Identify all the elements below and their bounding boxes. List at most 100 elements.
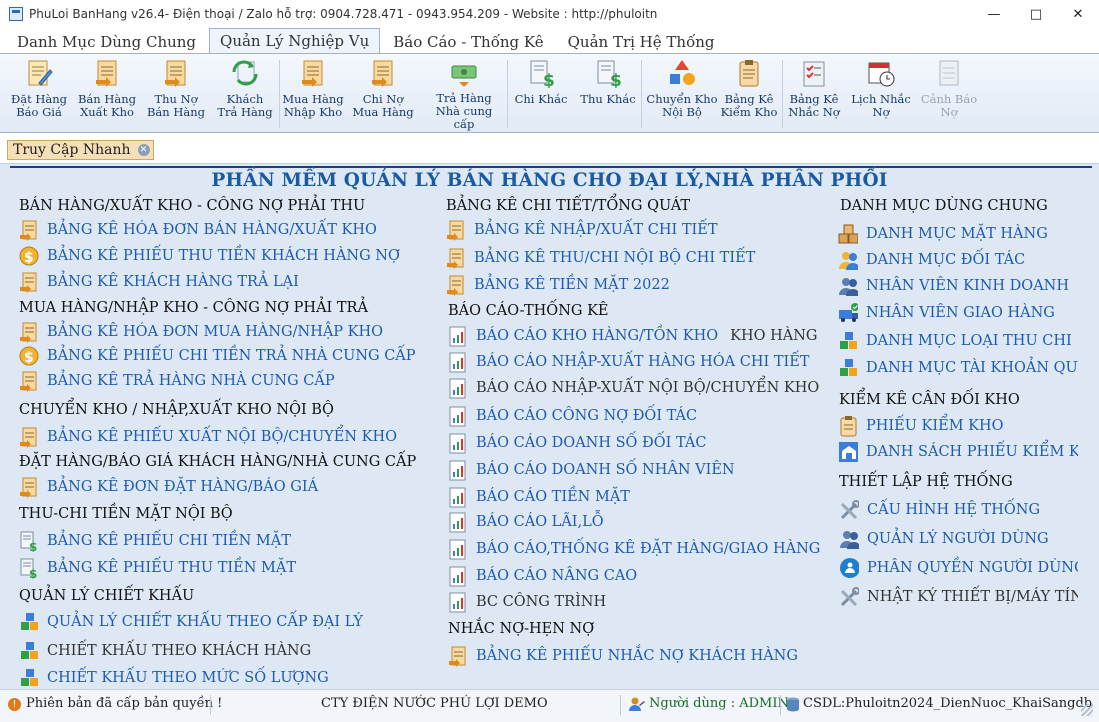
divider xyxy=(780,695,781,715)
link-bao-cao-lai-lo[interactable]: BÁO CÁO LÃI,LỖ xyxy=(448,510,604,534)
link-bao-cao-nang-cao[interactable]: BÁO CÁO NÂNG CAO xyxy=(448,564,637,588)
blocks-icon xyxy=(838,330,858,352)
ribbon-separator xyxy=(641,60,642,128)
section-nhac-no: NHẮC NỢ-HẸN NỢ xyxy=(448,621,595,637)
blocks-icon xyxy=(19,667,39,689)
link-bang-ke-phieu-xuat-noi-bo[interactable]: BẢNG KÊ PHIẾU XUẤT NỘI BỘ/CHUYỂN KHO xyxy=(19,425,397,449)
ribbon-bang-ke-nhac-no-button[interactable]: Bảng Kê Nhắc Nợ xyxy=(786,57,842,131)
close-button[interactable]: ✕ xyxy=(1057,0,1099,28)
maximize-button[interactable]: □ xyxy=(1015,0,1057,28)
ribbon-lich-nhac-no-button[interactable]: Lịch Nhắc Nợ xyxy=(850,57,912,131)
minimize-button[interactable]: — xyxy=(973,0,1015,28)
link-nhat-ky-thiet-bi[interactable]: NHẬT KÝ THIẾT BỊ/MÁY TÍNH xyxy=(839,585,1078,609)
link-bang-ke-hoa-don-ban-hang[interactable]: BẢNG KÊ HÓA ĐƠN BÁN HÀNG/XUẤT KHO xyxy=(19,218,377,242)
report-chart-icon xyxy=(448,325,468,347)
ribbon-chuyen-kho-noi-bo-button[interactable]: Chuyển Kho Nội Bộ xyxy=(646,57,718,131)
users-icon xyxy=(838,249,858,271)
link-quan-ly-nguoi-dung[interactable]: QUẢN LÝ NGƯỜI DÙNG xyxy=(839,527,1049,551)
users-icon xyxy=(838,275,858,297)
link-nhan-vien-giao-hang[interactable]: NHÂN VIÊN GIAO HÀNG xyxy=(838,301,1055,325)
document-arrow-icon xyxy=(368,57,398,89)
link-phan-quyen-nguoi-dung[interactable]: PHÂN QUYỀN NGƯỜI DÙNG xyxy=(839,556,1078,580)
link-bang-ke-tra-hang-ncc[interactable]: BẢNG KÊ TRẢ HÀNG NHÀ CUNG CẤP xyxy=(19,369,335,393)
ribbon-label: Thu Khác xyxy=(580,92,636,106)
user-group-circle-icon xyxy=(839,557,859,579)
link-bao-cao-tien-mat[interactable]: BÁO CÁO TIỀN MẶT xyxy=(448,485,630,509)
ribbon-ban-hang-xuat-kho-button[interactable]: Bán Hàng Xuất Kho xyxy=(76,57,138,131)
link-bang-ke-nhap-xuat-chi-tiet[interactable]: BẢNG KÊ NHẬP/XUẤT CHI TIẾT xyxy=(446,218,718,242)
link-bang-ke-phieu-nhac-no[interactable]: BẢNG KÊ PHIẾU NHẮC NỢ KHÁCH HÀNG xyxy=(448,644,798,668)
ribbon-label: Nội Bộ xyxy=(662,105,702,119)
link-danh-muc-doi-tac[interactable]: DANH MỤC ĐỐI TÁC xyxy=(838,248,1025,272)
divider xyxy=(210,695,211,715)
link-bang-ke-phieu-thu-khach-hang-no[interactable]: $ BẢNG KÊ PHIẾU THU TIỀN KHÁCH HÀNG NỢ xyxy=(19,244,400,268)
ribbon-chi-khac-button[interactable]: $ Chi Khác xyxy=(511,57,571,131)
ribbon-bang-ke-kiem-kho-button[interactable]: Bảng Kê Kiểm Kho xyxy=(720,57,778,131)
link-bc-cong-trinh[interactable]: BC CÔNG TRÌNH xyxy=(448,590,606,614)
tab-truy-cap-nhanh[interactable]: Truy Cập Nhanh ✕ xyxy=(7,140,154,160)
ribbon-label: Nhập Kho xyxy=(283,105,343,119)
document-arrow-icon xyxy=(19,426,39,448)
tools-icon xyxy=(839,586,859,608)
link-bao-cao-kho-hang[interactable]: BÁO CÁO KHO HÀNG/TỒN KHO KHO HÀNG xyxy=(448,324,818,348)
link-bao-cao-cong-no-doi-tac[interactable]: BÁO CÁO CÔNG NỢ ĐỐI TÁC xyxy=(448,404,697,428)
ribbon-chi-no-mua-hang-button[interactable]: Chi Nợ Mua Hàng xyxy=(352,57,414,131)
svg-text:$: $ xyxy=(24,250,34,266)
tab-quan-tri-he-thong[interactable]: Quản Trị Hệ Thống xyxy=(557,29,726,54)
link-danh-muc-loai-thu-chi[interactable]: DANH MỤC LOẠI THU CHI xyxy=(838,329,1072,353)
report-chart-icon xyxy=(448,565,468,587)
database-icon xyxy=(786,696,800,712)
link-bang-ke-phieu-chi-tien-mat[interactable]: $ BẢNG KÊ PHIẾU CHI TIỀN MẶT xyxy=(19,529,291,553)
user-status: Người dùng : ADMIN xyxy=(628,696,789,712)
link-bao-cao-nhap-xuat-noi-bo[interactable]: BÁO CÁO NHẬP-XUẤT NỘI BỘ/CHUYỂN KHO xyxy=(448,376,819,400)
dollar-document-icon: $ xyxy=(19,557,39,579)
link-bao-cao-nhap-xuat-hang-hoa[interactable]: BÁO CÁO NHẬP-XUẤT HÀNG HÓA CHI TIẾT xyxy=(448,350,809,374)
link-bang-ke-phieu-thu-tien-mat[interactable]: $ BẢNG KÊ PHIẾU THU TIỀN MẶT xyxy=(19,556,296,580)
warehouse-icon xyxy=(838,441,858,463)
tab-label: Truy Cập Nhanh xyxy=(13,142,131,158)
close-tab-icon[interactable]: ✕ xyxy=(137,144,150,156)
link-phieu-kiem-kho[interactable]: PHIẾU KIỂM KHO xyxy=(838,414,1004,438)
ribbon-label: Mua Hàng xyxy=(352,105,414,119)
link-bang-ke-khach-hang-tra-lai[interactable]: BẢNG KÊ KHÁCH HÀNG TRẢ LẠI xyxy=(19,270,299,294)
link-chiet-khau-theo-khach-hang[interactable]: CHIẾT KHẤU THEO KHÁCH HÀNG xyxy=(19,639,311,663)
link-chiet-khau-theo-muc-so-luong[interactable]: CHIẾT KHẤU THEO MỨC SỐ LƯỢNG xyxy=(19,666,329,689)
title-bar: PhuLoi BanHang v26.4- Điện thoại / Zalo … xyxy=(0,0,1099,28)
document-arrow-icon xyxy=(446,219,466,241)
tab-quan-ly-nghiep-vu[interactable]: Quản Lý Nghiệp Vụ xyxy=(209,28,381,54)
blocks-icon xyxy=(838,357,858,379)
link-cau-hinh-he-thong[interactable]: CẤU HÌNH HỆ THỐNG xyxy=(839,498,1040,522)
money-return-icon xyxy=(449,57,479,88)
clipboard-icon xyxy=(838,415,858,437)
link-bao-cao-doanh-so-nhan-vien[interactable]: BÁO CÁO DOANH SỐ NHÂN VIÊN xyxy=(448,458,735,482)
ribbon-khach-tra-hang-button[interactable]: Khách Trả Hàng xyxy=(214,57,276,131)
ribbon-mua-hang-nhap-kho-button[interactable]: Mua Hàng Nhập Kho xyxy=(282,57,344,131)
link-bang-ke-don-dat-hang[interactable]: BẢNG KÊ ĐƠN ĐẶT HÀNG/BÁO GIÁ xyxy=(19,475,318,499)
link-bang-ke-phieu-chi-tra-ncc[interactable]: $ BẢNG KÊ PHIẾU CHI TIỀN TRẢ NHÀ CUNG CẤP xyxy=(19,344,416,368)
link-danh-muc-tai-khoan-quy[interactable]: DANH MỤC TÀI KHOẢN QUỸ xyxy=(838,356,1078,380)
report-chart-icon xyxy=(448,405,468,427)
section-ban-hang: BÁN HÀNG/XUẤT KHO - CÔNG NỢ PHẢI THU xyxy=(19,198,366,214)
ribbon-thu-no-ban-hang-button[interactable]: Thu Nợ Bán Hàng xyxy=(144,57,208,131)
link-danh-sach-phieu-kiem-kho[interactable]: DANH SÁCH PHIẾU KIỂM KHO xyxy=(838,440,1078,464)
tab-bao-cao-thong-ke[interactable]: Báo Cáo - Thống Kê xyxy=(382,29,554,54)
document-arrow-icon xyxy=(298,57,328,89)
link-danh-muc-mat-hang[interactable]: DANH MỤC MẶT HÀNG xyxy=(838,222,1048,246)
link-bao-cao-dat-hang-giao-hang[interactable]: BÁO CÁO,THỐNG KÊ ĐẶT HÀNG/GIAO HÀNG xyxy=(448,537,820,561)
link-bang-ke-thu-chi-noi-bo[interactable]: BẢNG KÊ THU/CHI NỘI BỘ CHI TIẾT xyxy=(446,246,755,270)
ribbon-tra-hang-nha-cung-cap-button[interactable]: Trả Hàng Nhà cung cấp xyxy=(424,57,504,131)
ribbon-canh-bao-no-button[interactable]: Cảnh Báo Nợ xyxy=(918,57,980,131)
resize-grip-icon[interactable] xyxy=(1081,704,1093,716)
tab-danh-muc-dung-chung[interactable]: Danh Mục Dùng Chung xyxy=(6,29,207,54)
company-name: CTY ĐIỆN NƯỚC PHÚ LỢI DEMO xyxy=(321,696,548,711)
link-bao-cao-doanh-so-doi-tac[interactable]: BÁO CÁO DOANH SỐ ĐỐI TÁC xyxy=(448,431,706,455)
ribbon-dat-hang-bao-gia-button[interactable]: Đặt Hàng Báo Giá xyxy=(8,57,70,131)
ribbon-thu-khac-button[interactable]: $ Thu Khác xyxy=(578,57,638,131)
ribbon-separator xyxy=(782,60,783,128)
link-bang-ke-hoa-don-mua-hang[interactable]: BẢNG KÊ HÓA ĐƠN MUA HÀNG/NHẬP KHO xyxy=(19,320,383,344)
document-tab-strip: Truy Cập Nhanh ✕ xyxy=(0,133,1099,163)
link-chiet-khau-theo-cap-dai-ly[interactable]: QUẢN LÝ CHIẾT KHẤU THEO CẤP ĐẠI LÝ xyxy=(19,610,363,634)
link-bang-ke-tien-mat-2022[interactable]: BẢNG KÊ TIỀN MẶT 2022 xyxy=(446,273,670,297)
user-icon xyxy=(628,696,646,712)
link-nhan-vien-kinh-doanh[interactable]: NHÂN VIÊN KINH DOANH xyxy=(838,274,1069,298)
